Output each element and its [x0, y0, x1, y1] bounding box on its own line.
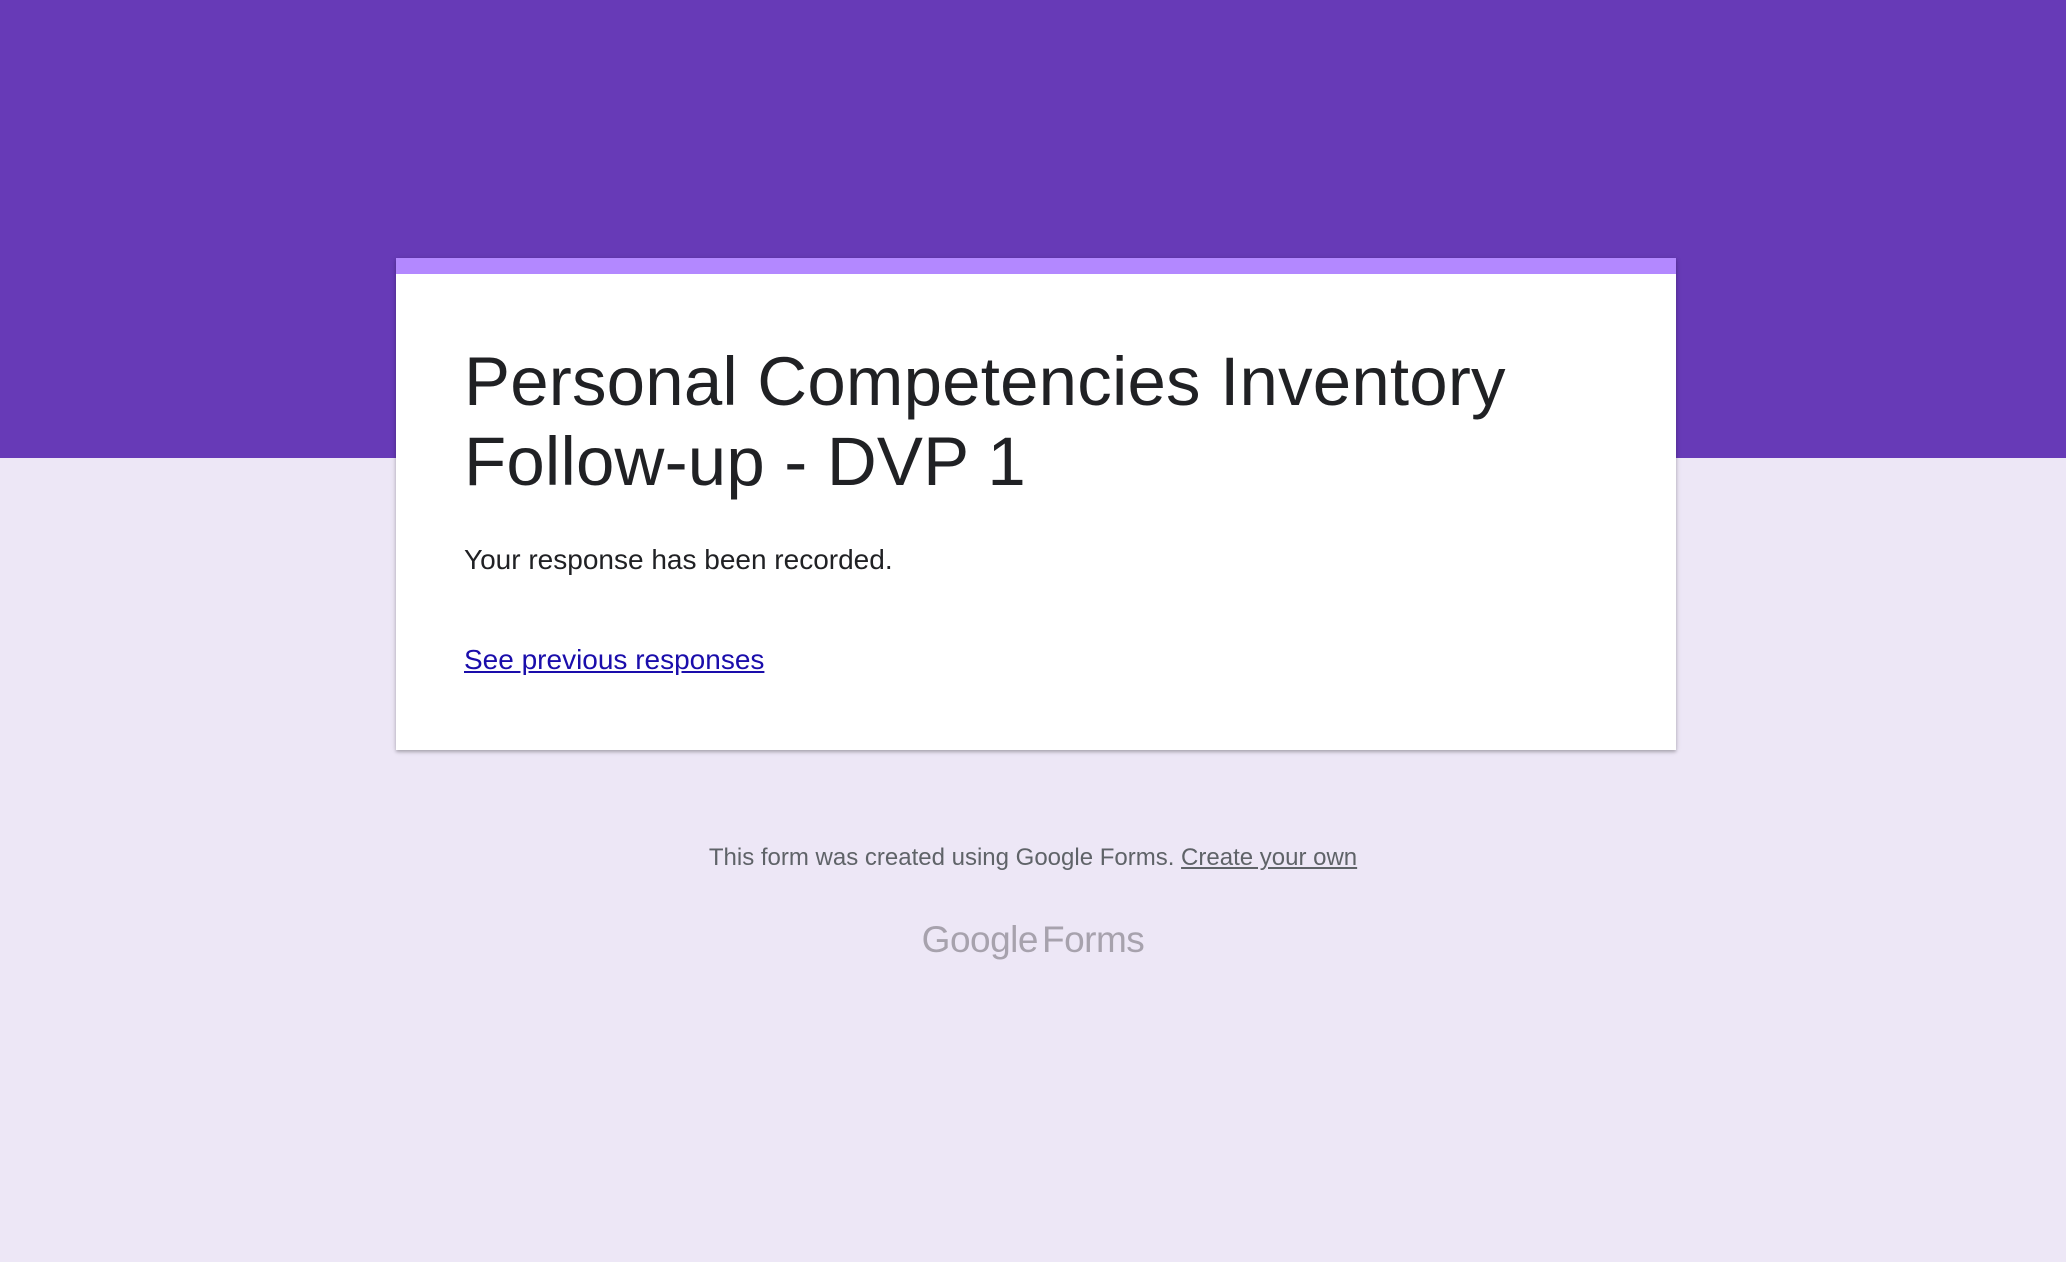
logo-google-word: Google [921, 919, 1039, 960]
footer-created-text: This form was created using Google Forms… [708, 844, 1175, 871]
confirmation-card: Personal Competencies Inventory Follow-u… [396, 258, 1676, 750]
confirmation-message: Your response has been recorded. [464, 544, 893, 575]
form-title: Personal Competencies Inventory Follow-u… [464, 342, 1614, 502]
google-forms-logo[interactable]: Google Forms [0, 916, 2066, 964]
page: Personal Competencies Inventory Follow-u… [0, 0, 2066, 1262]
form-title-line-1: Personal Competencies Inventory [464, 343, 1506, 420]
card-accent-bar [396, 258, 1676, 274]
see-previous-responses-link[interactable]: See previous responses [464, 642, 764, 678]
footer-attribution: This form was created using Google Forms… [0, 842, 2066, 874]
form-title-line-2: Follow-up - DVP 1 [464, 423, 1027, 500]
logo-forms-word: Forms [1041, 919, 1145, 960]
create-your-own-link[interactable]: Create your own [1181, 844, 1357, 871]
